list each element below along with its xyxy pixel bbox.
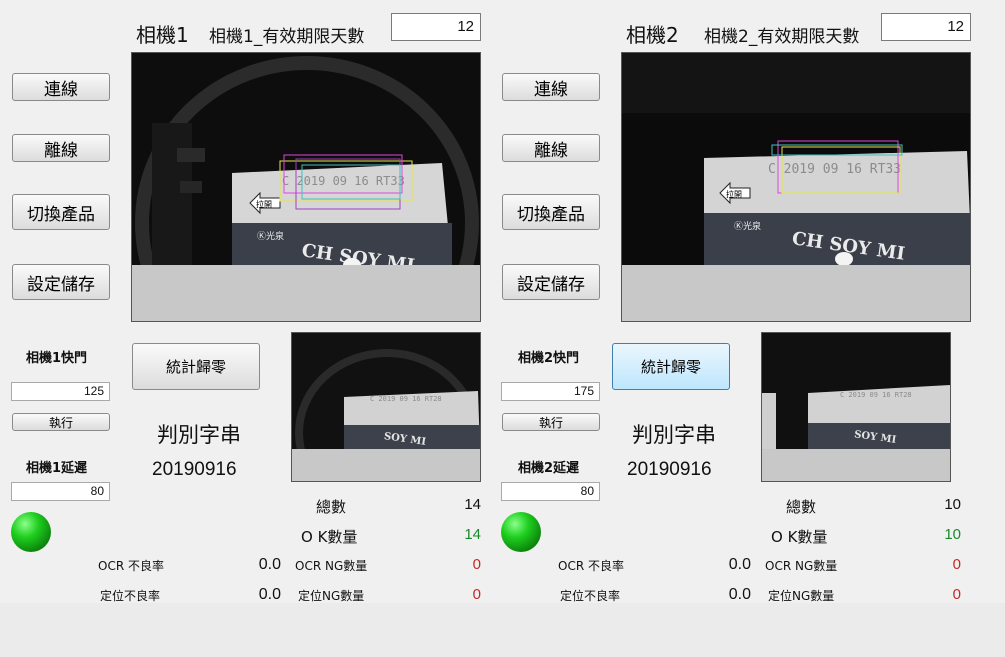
- camera1-pos-rate-value: 0.0: [258, 586, 281, 603]
- camera2-pos-rate-label: 定位不良率: [560, 589, 621, 603]
- camera1-delay-input[interactable]: 80: [11, 482, 110, 501]
- svg-text:C 2019 09 16 RT28: C 2019 09 16 RT28: [370, 395, 442, 403]
- camera1-ocr-ng-label: OCR NG數量: [295, 559, 368, 573]
- camera2-switch-product-button[interactable]: 切換產品: [502, 194, 600, 230]
- svg-text:C 2019 09 16 RT28: C 2019 09 16 RT28: [840, 391, 912, 399]
- camera2-ocr-rate-value: 0.0: [728, 556, 751, 573]
- camera1-execute-button[interactable]: 執行: [12, 413, 110, 431]
- camera1-judge-value: 20190916: [152, 459, 237, 480]
- camera2-save-settings-button[interactable]: 設定儲存: [502, 264, 600, 300]
- camera1-shutter-input[interactable]: 125: [11, 382, 110, 401]
- camera1-total-value: 14: [464, 496, 481, 513]
- camera1-shutter-label: 相機1快門: [26, 351, 88, 366]
- camera1-connect-button[interactable]: 連線: [12, 73, 110, 101]
- camera2-judge-value: 20190916: [627, 459, 712, 480]
- camera2-thumbnail-image: C 2019 09 16 RT28 SOY MI: [761, 332, 951, 482]
- camera2-execute-button[interactable]: 執行: [502, 413, 600, 431]
- camera2-status-led: [501, 512, 541, 552]
- camera2-pos-ng-label: 定位NG數量: [768, 589, 835, 603]
- camera1-ocr-rate-value: 0.0: [258, 556, 281, 573]
- camera2-reset-stats-button[interactable]: 統計歸零: [612, 343, 730, 390]
- camera2-judge-label: 判別字串: [632, 423, 716, 447]
- camera2-disconnect-button[interactable]: 離線: [502, 134, 600, 162]
- camera2-ok-value: 10: [944, 526, 961, 543]
- camera2-delay-input[interactable]: 80: [501, 482, 600, 501]
- camera2-shutter-input[interactable]: 175: [501, 382, 600, 401]
- camera2-pos-ng-value: 0: [952, 586, 961, 603]
- camera2-title: 相機2: [626, 23, 679, 47]
- camera1-judge-label: 判別字串: [157, 423, 241, 447]
- camera1-delay-label: 相機1延遲: [26, 461, 88, 476]
- camera1-save-settings-button[interactable]: 設定儲存: [12, 264, 110, 300]
- camera2-total-label: 總數: [786, 498, 817, 516]
- camera1-disconnect-button[interactable]: 離線: [12, 134, 110, 162]
- camera2-shutter-label: 相機2快門: [518, 351, 580, 366]
- camera1-ocr-ng-value: 0: [472, 556, 481, 573]
- camera1-pos-rate-label: 定位不良率: [100, 589, 161, 603]
- camera2-main-image: Ⓚ光泉 CH SOY MI 拉開 C 2019 09 16 RT33: [621, 52, 971, 322]
- camera2-days-input[interactable]: 12: [881, 13, 971, 41]
- camera2-delay-label: 相機2延遲: [518, 461, 580, 476]
- camera1-days-label: 相機1_有效期限天數: [209, 27, 365, 47]
- camera1-ok-value: 14: [464, 526, 481, 543]
- camera1-image-text: C 2019 09 16 RT33: [282, 174, 405, 188]
- svg-text:拉開: 拉開: [256, 199, 272, 209]
- camera2-ocr-ng-label: OCR NG數量: [765, 559, 838, 573]
- camera2-panel: 相機2 相機2_有效期限天數 12 連線 離線 切換產品 設定儲存 Ⓚ光泉 CH…: [490, 0, 1005, 603]
- svg-text:Ⓚ光泉: Ⓚ光泉: [257, 230, 284, 241]
- camera2-connect-button[interactable]: 連線: [502, 73, 600, 101]
- camera1-switch-product-button[interactable]: 切換產品: [12, 194, 110, 230]
- camera1-pos-ng-label: 定位NG數量: [298, 589, 365, 603]
- svg-text:Ⓚ光泉: Ⓚ光泉: [734, 220, 761, 231]
- camera1-main-image: Ⓚ光泉 CH SOY MI 拉開 C 2019 09 16 RT33: [131, 52, 481, 322]
- camera1-days-input[interactable]: 12: [391, 13, 481, 41]
- camera1-ocr-rate-label: OCR 不良率: [98, 559, 164, 573]
- camera1-pos-ng-value: 0: [472, 586, 481, 603]
- camera1-total-label: 總數: [316, 498, 347, 516]
- camera1-thumbnail-image: C 2019 09 16 RT28 SOY MI: [291, 332, 481, 482]
- camera2-pos-rate-value: 0.0: [728, 586, 751, 603]
- svg-text:拉開: 拉開: [726, 189, 742, 199]
- camera2-ok-label: O K數量: [771, 528, 828, 546]
- camera1-status-led: [11, 512, 51, 552]
- camera2-ocr-ng-value: 0: [952, 556, 961, 573]
- camera2-days-label: 相機2_有效期限天數: [704, 27, 860, 47]
- camera2-image-text: C 2019 09 16 RT33: [768, 162, 901, 177]
- camera1-title: 相機1: [136, 23, 189, 47]
- camera1-ok-label: O K數量: [301, 528, 358, 546]
- bottom-strip: [0, 603, 1005, 657]
- camera2-total-value: 10: [944, 496, 961, 513]
- camera1-reset-stats-button[interactable]: 統計歸零: [132, 343, 260, 390]
- camera2-ocr-rate-label: OCR 不良率: [558, 559, 624, 573]
- camera1-panel: 相機1 相機1_有效期限天數 12 連線 離線 切換產品 設定儲存 Ⓚ光泉 CH…: [0, 0, 490, 603]
